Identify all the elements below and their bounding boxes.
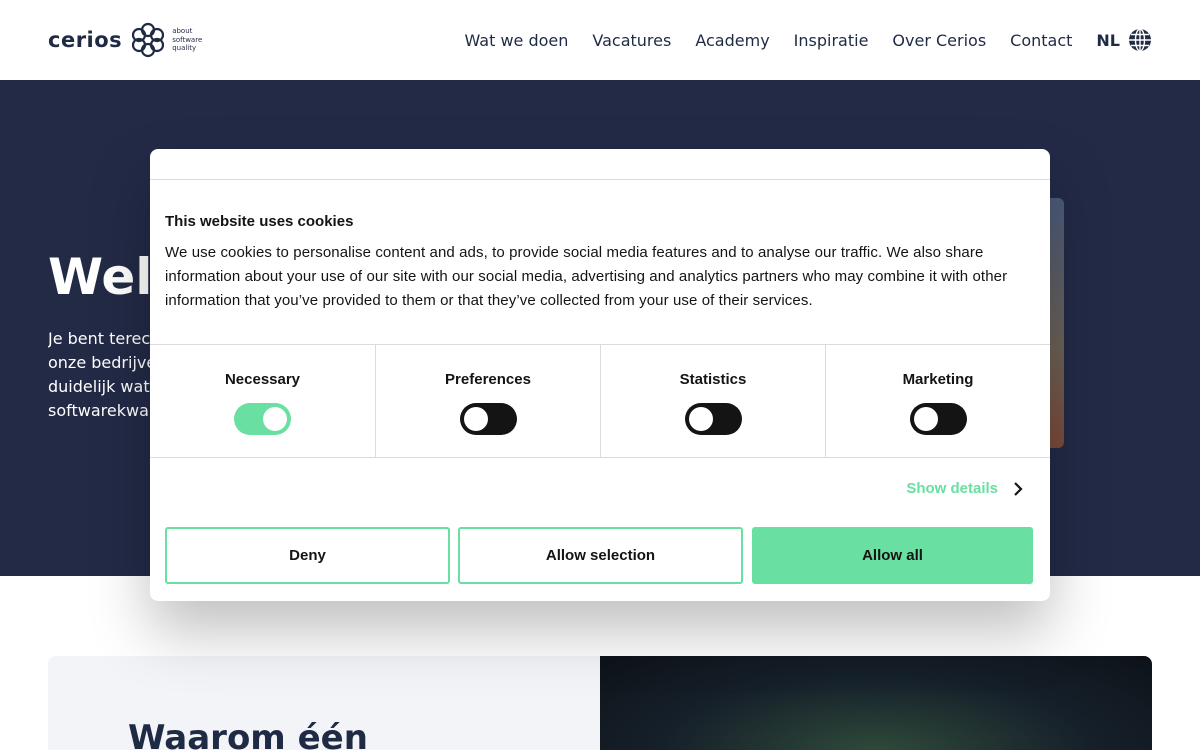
cookie-dialog-title: This website uses cookies [165,213,354,230]
consent-toggles: Necessary Preferences Statistics Marketi… [150,344,1050,458]
logo-tagline: about software quality [172,27,202,53]
language-label: NL [1096,30,1120,50]
show-details-label: Show details [906,480,998,497]
logo-tagline-line: quality [172,44,197,53]
toggle-preferences: Preferences [375,345,600,457]
toggle-label: Statistics [679,371,747,388]
chevron-right-icon [1014,481,1023,496]
logo-flower-icon [132,22,165,58]
cookie-dialog: This website uses cookies We use cookies… [150,149,1050,601]
allow-selection-button[interactable]: Allow selection [458,527,743,584]
site-header: cerios about software quality Wat we doe… [0,0,1200,80]
nav-item-vacatures[interactable]: Vacatures [592,31,671,50]
language-switcher[interactable]: NL [1096,28,1152,52]
section-title: Waarom één [128,718,368,750]
toggle-statistics: Statistics [600,345,825,457]
logo[interactable]: cerios about software quality [48,22,202,58]
toggle-label: Marketing [902,371,974,388]
nav-item-over-cerios[interactable]: Over Cerios [892,31,986,50]
hero-text-line: softwarekwal [48,401,154,420]
toggle-label: Preferences [445,371,531,388]
deny-button[interactable]: Deny [165,527,450,584]
hero-text-line: onze bedrijve [48,353,157,372]
marketing-switch[interactable] [910,403,967,435]
preferences-switch[interactable] [460,403,517,435]
logo-tagline-line: software [172,35,203,44]
hero-text-line: Je bent terech [48,329,158,348]
hero-text: Je bent terech onze bedrijve duidelijk w… [48,327,158,423]
section-photo [600,656,1152,750]
logo-wordmark: cerios [48,28,123,52]
necessary-switch[interactable] [234,403,291,435]
switch-knob [263,407,287,431]
logo-tagline-line: about [172,27,193,36]
switch-knob [689,407,713,431]
switch-knob [464,407,488,431]
nav-item-contact[interactable]: Contact [1010,31,1072,50]
divider [150,179,1050,180]
toggle-necessary: Necessary [150,345,375,457]
hero-text-line: duidelijk wat [48,377,150,396]
cookie-dialog-body: We use cookies to personalise content an… [165,244,1008,309]
show-details-link[interactable]: Show details [906,480,1024,497]
nav-item-wat-we-doen[interactable]: Wat we doen [465,31,569,50]
statistics-switch[interactable] [685,403,742,435]
switch-knob [914,407,938,431]
main-nav: Wat we doen Vacatures Academy Inspiratie… [441,28,1153,52]
toggle-marketing: Marketing [825,345,1050,457]
nav-item-academy[interactable]: Academy [695,31,769,50]
globe-icon [1129,28,1151,52]
nav-item-inspiratie[interactable]: Inspiratie [794,31,869,50]
toggle-label: Necessary [224,371,301,388]
allow-all-button[interactable]: Allow all [752,527,1033,584]
